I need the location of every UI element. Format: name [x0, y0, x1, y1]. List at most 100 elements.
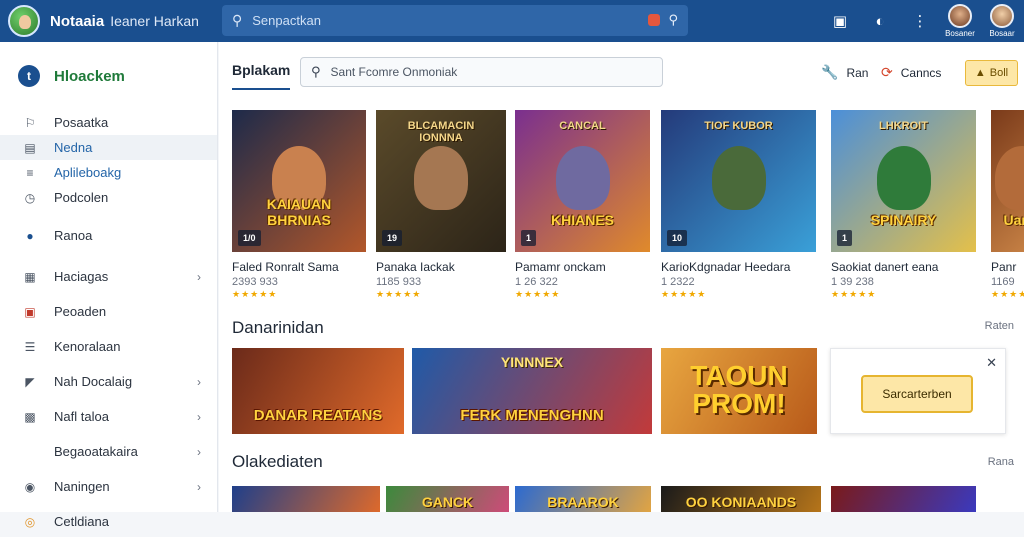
game-name: Saokiat danert eana [831, 260, 939, 274]
store-icon[interactable]: ▣ [826, 12, 854, 30]
sidebar-item-label: Nedna [54, 140, 93, 155]
game-thumbnail[interactable]: CANCAL KHIANES 1 [515, 110, 650, 252]
globe-icon: ● [26, 228, 34, 243]
game-card[interactable]: LHKROIT SPINAIRY 1 Saokiat danert eana 1 39 … [831, 110, 976, 300]
thumbnail-title: SPINAIRY [870, 212, 937, 228]
search-submit-icon[interactable]: ⚲ [668, 12, 678, 28]
game-thumbnail[interactable]: LHKROIT SPINAIRY 1 [831, 110, 976, 252]
content-search-bar[interactable]: ⚲ [300, 57, 663, 87]
content-toolbar: Bplakam ⚲ 🔧 Ran ⟳ Canncs ▲ Boll [219, 42, 1024, 100]
buy-label: Boll [989, 67, 1009, 79]
avatar [948, 4, 972, 28]
game-tile[interactable]: GANCK [386, 486, 509, 512]
game-thumbnail[interactable]: Uann [991, 110, 1024, 252]
content-search-input[interactable] [330, 65, 651, 79]
clock-icon: ◷ [24, 190, 36, 205]
sidebar-item[interactable]: ◷ Podcolen [0, 185, 217, 210]
star-rating: ★★★★★ [831, 289, 877, 299]
theme-icon[interactable]: ◐ [866, 13, 894, 30]
game-card[interactable]: KAIAUAN BHRNIAS 1/0 Faled Ronralt Sama 2393… [232, 110, 366, 300]
tab-active[interactable]: Bplakam [232, 62, 290, 78]
tile-title: OO KONIAANDS [685, 494, 797, 510]
sidebar: t Hloackem ⚐ Posaatka ▤ Nedna ≡ Aplileboakg ◷ P… [0, 42, 218, 529]
tab-underline [232, 88, 290, 90]
game-thumbnail[interactable]: KAIAUAN BHRNIAS 1/0 [232, 110, 366, 252]
sidebar-item[interactable]: ◤ Nah Docalaig › [0, 366, 217, 397]
promo-banner[interactable]: DANAR REATANS [232, 348, 404, 434]
grid-icon: ▦ [24, 269, 36, 284]
star-rating: ★★★★★ [376, 289, 422, 299]
promo-banner[interactable]: TAOUN PROM! [661, 348, 817, 434]
game-tile[interactable]: OO KONIAANDS [661, 486, 821, 512]
sidebar-item[interactable]: ◉ Naningen › [0, 471, 217, 502]
sidebar-item-label: Nah Docalaig [54, 374, 133, 389]
rating-chip: 1 [521, 230, 537, 246]
game-card[interactable]: Uann Panr 1169★★★★★ [991, 110, 1024, 300]
section-link[interactable]: Raten [985, 320, 1014, 332]
tile-title: BRAAROK [547, 494, 619, 510]
calendar-icon: ▣ [24, 304, 36, 319]
thumbnail-top-title: TIOF KUBOR [704, 120, 773, 132]
close-icon[interactable]: ✕ [986, 355, 997, 371]
thumbnail-top-title: BLCAMACIN IONNNA [407, 120, 475, 144]
game-card[interactable]: TIOF KUBOR 10 KarioKdgnadar Heedara 1 2322 ★… [661, 110, 816, 300]
section-link[interactable]: Rana [988, 456, 1014, 468]
tile-title: GANCK [421, 494, 474, 510]
sidebar-item[interactable]: ▤ Nedna [0, 135, 217, 160]
promo-banner[interactable]: YINNNEX FERK MENENGHNN [412, 348, 652, 434]
search-icon: ⚲ [311, 64, 321, 79]
buy-button[interactable]: ▲ Boll [965, 60, 1018, 86]
sidebar-item[interactable]: ▩ Nafl taloa › [0, 401, 217, 432]
game-tile[interactable] [831, 486, 976, 512]
action-label: Ran [846, 65, 869, 80]
star-rating: ★★★★★ [515, 289, 561, 299]
thumbnail-top-title: LHKROIT [879, 120, 928, 132]
banner-subtitle: YINNNEX [500, 354, 564, 370]
sidebar-item[interactable]: ☰ Kenoralaan [0, 331, 217, 362]
app-subtitle: Ieaner Harkan [110, 13, 199, 29]
top-search-input[interactable] [252, 13, 633, 28]
game-thumbnail[interactable]: TIOF KUBOR 10 [661, 110, 816, 252]
rating-chip: 10 [667, 230, 688, 246]
user-account-1[interactable]: Bosaner [944, 4, 976, 38]
sidebar-item[interactable]: ≡ Aplileboakg [0, 160, 217, 185]
banner-title: TAOUN PROM! [690, 360, 788, 419]
coin-icon: ◎ [24, 514, 36, 529]
app-logo[interactable] [8, 5, 40, 37]
character-art [711, 146, 766, 210]
game-card[interactable]: BLCAMACIN IONNNA 19 Panaka Iackak 1185 933 ★… [376, 110, 506, 300]
character-art [995, 146, 1024, 210]
sidebar-item-label: Cetldiana [54, 514, 109, 529]
thumbnail-title: KAIAUAN BHRNIAS [266, 196, 332, 228]
rating-chip: 1 [837, 230, 853, 246]
news-icon: ▤ [24, 140, 36, 155]
sidebar-item[interactable]: ◎ Cetldiana [0, 506, 217, 537]
more-icon[interactable]: ⋮ [906, 12, 934, 30]
thumbnail-title: KHIANES [550, 212, 614, 228]
sidebar-item[interactable]: Begaoatakaira › [0, 436, 217, 467]
main-content: Bplakam ⚲ 🔧 Ran ⟳ Canncs ▲ Boll KAIAUAN … [219, 42, 1024, 512]
action-ran-button[interactable]: 🔧 Ran [821, 64, 868, 81]
user-account-2[interactable]: Bosaar [986, 4, 1018, 38]
chevron-right-icon: › [197, 269, 201, 284]
sidebar-item[interactable]: ⚐ Posaatka [0, 110, 217, 135]
ad-cta-button[interactable]: Sarcarterben [861, 375, 973, 413]
sidebar-item[interactable]: ● Ranoa [0, 220, 217, 251]
game-card[interactable]: CANCAL KHIANES 1 Pamamr onckam 1 26 322 ★★★★★ [515, 110, 650, 300]
banner-title: FERK MENENGHNN [460, 407, 604, 424]
sidebar-item[interactable]: ▣ Peoaden [0, 296, 217, 327]
character-art [414, 146, 468, 210]
sidebar-item[interactable]: ▦ Haciagas › [0, 261, 217, 292]
game-count: 2393 933 [232, 276, 278, 288]
brand-icon: t [18, 65, 40, 87]
notification-badge [648, 14, 660, 26]
flag-icon: ◤ [25, 374, 35, 389]
game-tile[interactable]: BRAAROK [515, 486, 651, 512]
sidebar-brand[interactable]: t Hloackem [0, 42, 217, 110]
game-count: 1 39 238 [831, 276, 874, 288]
app-title: Notaaia [50, 12, 105, 30]
game-tile[interactable] [232, 486, 380, 512]
action-cancel-button[interactable]: ⟳ Canncs [881, 64, 941, 81]
top-search-bar[interactable]: ⚲ ⚲ [222, 5, 688, 36]
game-thumbnail[interactable]: BLCAMACIN IONNNA 19 [376, 110, 506, 252]
